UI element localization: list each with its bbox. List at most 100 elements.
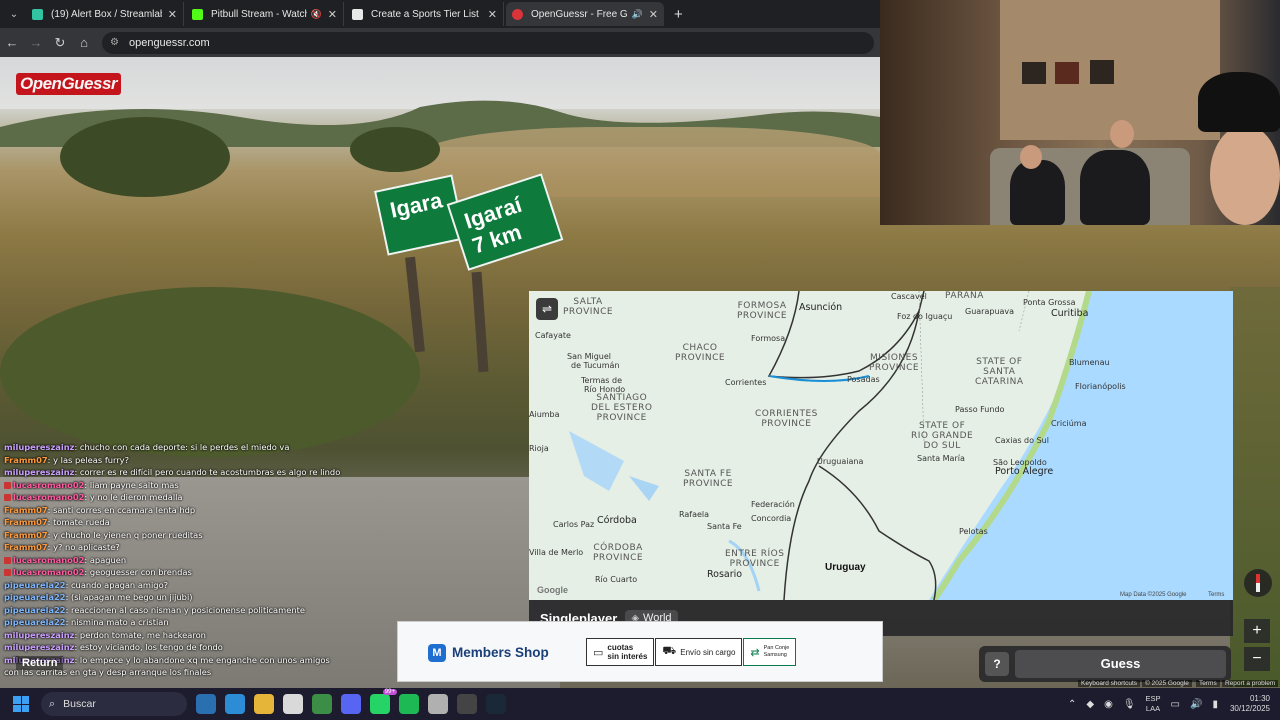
- stream-chat: milupereszainz: chucho con cada deporte:…: [4, 441, 404, 679]
- browser-tab-active[interactable]: OpenGuessr - Free GeoGuessr 🔊 ✕: [506, 2, 664, 26]
- map-city: San Miguel: [567, 352, 612, 361]
- chat-text: nismina mato a cristian: [71, 617, 169, 627]
- map-city: Passo Fundo: [955, 405, 1005, 414]
- ad-chip: ⇄ Pan Conje Samsung: [743, 638, 797, 666]
- person: [1080, 150, 1150, 225]
- discord-icon[interactable]: [341, 694, 361, 714]
- app-tray-icon[interactable]: ◆: [1086, 699, 1094, 710]
- close-icon[interactable]: ✕: [328, 8, 337, 21]
- guess-map[interactable]: SALTA PROVINCE FORMOSA PROVINCE PARANÁ CHA…: [529, 291, 1233, 600]
- game-icon[interactable]: [428, 694, 448, 714]
- whatsapp-icon[interactable]: 99+: [370, 689, 397, 714]
- spotify-icon[interactable]: [399, 694, 419, 714]
- map-city: Santa Fe: [707, 522, 742, 531]
- map-city: Formosa: [751, 334, 786, 343]
- map-region-label: FORMOSA PROVINCE: [737, 301, 788, 321]
- map-city: Guarapuava: [965, 307, 1015, 316]
- speaker-icon[interactable]: 🔊: [1190, 699, 1202, 710]
- chat-username: pipeuarela22: [4, 592, 66, 602]
- guess-bar: ? Guess: [979, 646, 1231, 682]
- chat-message: Framm07: santi corres en ccamara lenta h…: [4, 504, 196, 515]
- chat-username: lucasromano02: [13, 567, 85, 577]
- obs-icon[interactable]: [457, 694, 477, 714]
- map-region-label: STATE OF SANTA CATARINA: [975, 357, 1024, 387]
- store-icon[interactable]: [283, 694, 303, 714]
- map-city: Foz do Iguaçu: [897, 312, 953, 321]
- return-button[interactable]: Return: [16, 656, 64, 670]
- map-city: Uruguaiana: [817, 457, 864, 466]
- network-icon[interactable]: ◉: [1104, 699, 1113, 710]
- browser-tab-bar: ⌄ (19) Alert Box / Streamlabs ✕ Pitbull …: [0, 0, 880, 28]
- map-terms-link[interactable]: Terms: [1208, 592, 1224, 598]
- chat-username: Framm07: [4, 454, 48, 465]
- report-problem-link[interactable]: Report a problem: [1222, 680, 1279, 687]
- language-indicator[interactable]: ESP LAA: [1146, 694, 1161, 714]
- ad-chip: ⛟ Envío sin cargo: [655, 638, 743, 666]
- search-label: Buscar: [63, 698, 96, 710]
- badge-icon: [4, 494, 11, 501]
- reload-icon[interactable]: ↻: [48, 35, 72, 51]
- monitor-icon[interactable]: ▭: [1171, 699, 1180, 710]
- mercadolibre-icon: M: [428, 644, 446, 662]
- compass-icon[interactable]: [1244, 569, 1272, 597]
- url-field[interactable]: ⚙ openguessr.com: [102, 31, 874, 54]
- muted-icon[interactable]: 🔇: [311, 9, 322, 20]
- zoom-in-button[interactable]: +: [1244, 619, 1270, 643]
- chat-text: perdon tomate, me hackearon: [79, 629, 206, 640]
- sign-post: [405, 256, 425, 353]
- home-icon[interactable]: ⌂: [72, 35, 96, 50]
- guess-button[interactable]: Guess: [1015, 650, 1226, 678]
- sign-text: Igara: [387, 187, 445, 223]
- windows-start-icon[interactable]: [13, 696, 29, 712]
- battery-icon[interactable]: ▮: [1212, 699, 1218, 710]
- openguessr-logo[interactable]: OpenGuessr: [16, 73, 122, 95]
- picture-frame: [1022, 62, 1046, 84]
- map-region-label: SANTA FE PROVINCE: [683, 469, 734, 489]
- sliders-icon[interactable]: ⇌: [536, 298, 558, 320]
- taskbar-search[interactable]: ⌕ Buscar: [41, 692, 187, 716]
- back-icon[interactable]: ←: [0, 35, 24, 50]
- close-icon[interactable]: ✕: [168, 8, 177, 21]
- sign-post: [471, 271, 489, 373]
- chat-text: estoy viciando, los tengo de fondo: [79, 642, 223, 652]
- close-icon[interactable]: ✕: [488, 8, 497, 21]
- chat-message: milupereszainz: chucho con cada deporte:…: [4, 442, 290, 452]
- map-city: Blumenau: [1069, 358, 1110, 367]
- chat-username: Framm07: [4, 517, 48, 527]
- terms-link[interactable]: Terms: [1196, 680, 1220, 687]
- site-info-icon[interactable]: ⚙: [110, 37, 119, 48]
- new-tab-icon[interactable]: +: [674, 6, 683, 23]
- map-region-label: PARANÁ: [945, 291, 984, 301]
- forward-icon[interactable]: →: [24, 35, 48, 50]
- file-explorer-icon[interactable]: [254, 694, 274, 714]
- chat-message: lucasromano02: y no le dieron medalla: [4, 491, 404, 504]
- address-bar: ← → ↻ ⌂ ⚙ openguessr.com: [0, 28, 880, 57]
- ad-chip-text: Pan Conje Samsung: [763, 645, 790, 658]
- streamlabs-icon: [32, 8, 43, 20]
- ad-banner[interactable]: M Members Shop ▭ cuotas sin interés ⛟ Enví…: [397, 621, 883, 682]
- chrome-icon[interactable]: [312, 694, 332, 714]
- help-button[interactable]: ?: [985, 652, 1009, 676]
- edge-icon[interactable]: [225, 694, 245, 714]
- map-city: Florianópolis: [1075, 382, 1126, 391]
- browser-tab[interactable]: Create a Sports Tier List - TierMaker ✕: [346, 2, 504, 26]
- tab-title: (19) Alert Box / Streamlabs: [51, 8, 162, 20]
- clock[interactable]: 01:30 30/12/2025: [1230, 694, 1270, 714]
- close-icon[interactable]: ✕: [649, 8, 658, 21]
- person-head: [1110, 120, 1134, 148]
- browser-tab[interactable]: (19) Alert Box / Streamlabs ✕: [26, 2, 184, 26]
- zoom-out-button[interactable]: −: [1244, 647, 1270, 671]
- tab-search-icon[interactable]: ⌄: [4, 4, 24, 24]
- keyboard-shortcuts-link[interactable]: Keyboard shortcuts: [1078, 680, 1141, 687]
- widgets-icon[interactable]: [196, 694, 216, 714]
- map-city: Santa María: [917, 454, 965, 463]
- microphone-icon[interactable]: 🎙: [1123, 699, 1136, 710]
- chat-username: pipeuarela22: [4, 579, 66, 590]
- speaker-icon[interactable]: 🔊: [632, 9, 643, 20]
- browser-tab[interactable]: Pitbull Stream - Watch Live 🔇 ✕: [186, 2, 344, 26]
- chevron-up-icon[interactable]: ⌃: [1068, 699, 1076, 710]
- chat-message: con las carritas en gta y desp arranque …: [4, 666, 404, 679]
- steam-icon[interactable]: [486, 694, 506, 714]
- tab-title: Create a Sports Tier List - TierMaker: [371, 8, 482, 20]
- map-region-label: CÓRDOBA PROVINCE: [593, 543, 644, 563]
